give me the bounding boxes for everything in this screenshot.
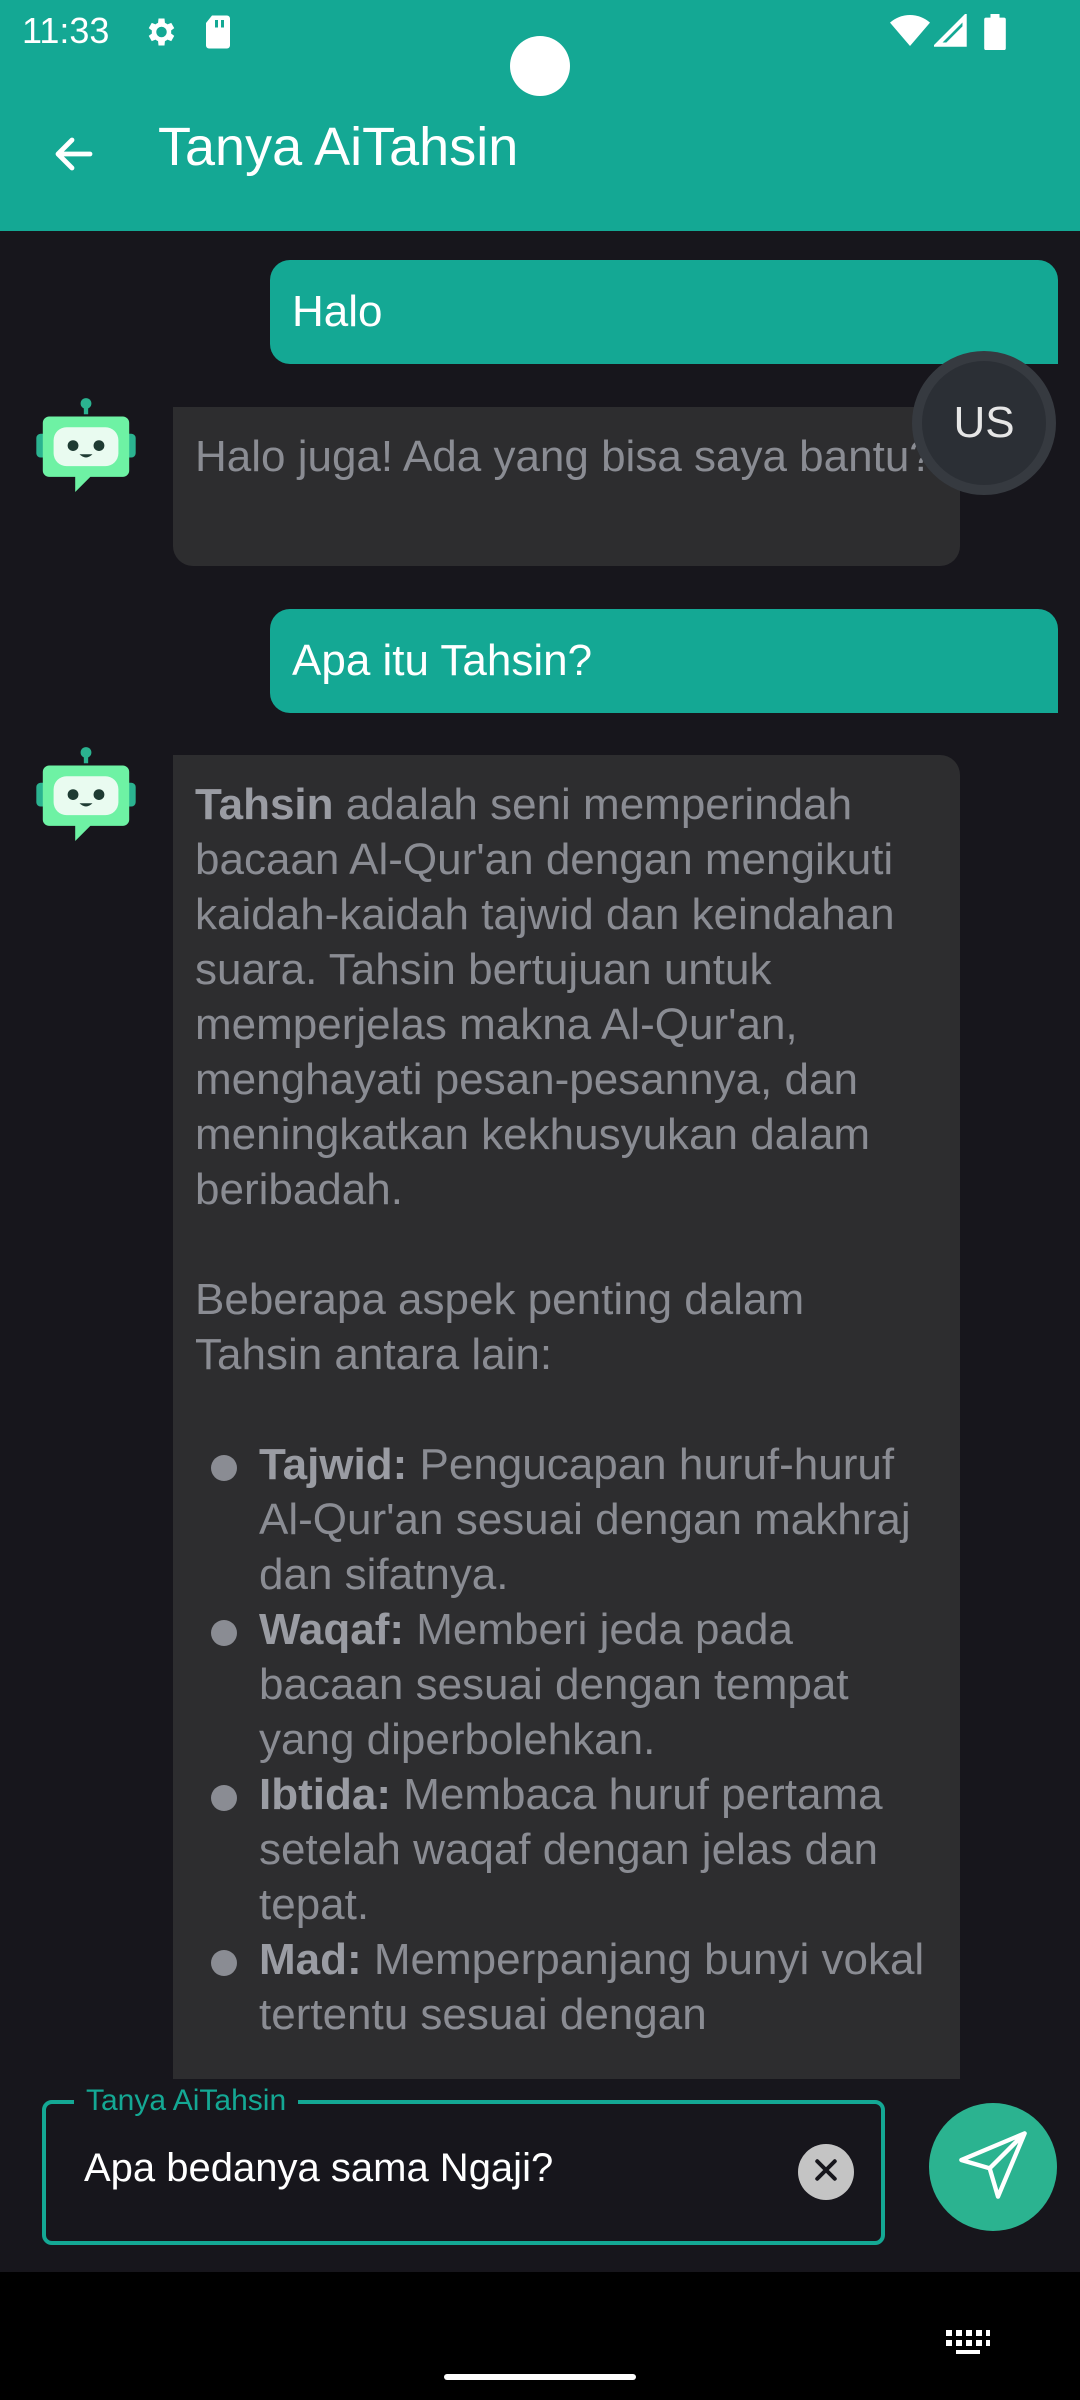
bullet-term: Mad: — [259, 1935, 362, 1984]
user-message: Apa itu Tahsin? — [270, 609, 1058, 713]
page-title: Tanya AiTahsin — [158, 117, 519, 177]
message-text: Halo — [292, 287, 383, 336]
clear-button[interactable] — [798, 2144, 854, 2200]
clear-icon — [811, 2155, 841, 2190]
message-paragraph: Tahsin adalah seni memperindah bacaan Al… — [195, 777, 938, 1217]
bullet-list: Tajwid: Pengucapan huruf-huruf Al-Qur'an… — [195, 1437, 938, 2042]
input-label: Tanya AiTahsin — [74, 2084, 299, 2118]
arrow-left-icon — [50, 130, 98, 183]
message-input[interactable] — [84, 2146, 774, 2191]
keyboard-icon[interactable] — [944, 2328, 992, 2361]
send-button[interactable] — [929, 2103, 1057, 2231]
home-indicator[interactable] — [444, 2374, 636, 2380]
language-label: US — [953, 398, 1015, 447]
list-item: Tajwid: Pengucapan huruf-huruf Al-Qur'an… — [195, 1437, 938, 1602]
bot-avatar-icon — [32, 746, 140, 854]
back-button[interactable] — [32, 114, 116, 198]
navigation-bar — [0, 2272, 1080, 2400]
bot-message: Tahsin adalah seni memperindah bacaan Al… — [173, 755, 960, 2079]
battery-icon — [984, 14, 1006, 55]
settings-icon — [142, 14, 178, 55]
message-text: Apa itu Tahsin? — [292, 636, 593, 685]
list-item: Ibtida: Membaca huruf pertama setelah wa… — [195, 1767, 938, 1932]
list-item: Waqaf: Memberi jeda pada bacaan sesuai d… — [195, 1602, 938, 1767]
message-input-field[interactable]: Tanya AiTahsin — [42, 2084, 885, 2245]
message-text: Halo juga! Ada yang bisa saya bantu? — [195, 432, 934, 481]
language-button[interactable]: US — [912, 351, 1056, 495]
status-time: 11:33 — [22, 10, 110, 51]
send-icon — [953, 2125, 1033, 2210]
bullet-term: Tajwid: — [259, 1440, 408, 1489]
bullet-term: Ibtida: — [259, 1770, 391, 1819]
message-text: adalah seni memperindah bacaan Al-Qur'an… — [195, 780, 895, 1214]
bullet-term: Waqaf: — [259, 1605, 405, 1654]
sd-card-icon — [202, 14, 234, 55]
camera-cutout — [510, 36, 570, 96]
list-item: Mad: Memperpanjang bunyi vokal tertentu … — [195, 1932, 938, 2042]
chat-list[interactable]: Halo Halo juga! Ada yang bisa saya bantu… — [0, 231, 1080, 2079]
bot-message: Halo juga! Ada yang bisa saya bantu? — [173, 407, 960, 566]
bot-avatar-icon — [32, 397, 140, 505]
signal-icon — [932, 12, 968, 53]
bold-term: Tahsin — [195, 780, 334, 829]
user-message: Halo — [270, 260, 1058, 364]
wifi-icon — [890, 14, 930, 53]
message-paragraph: Beberapa aspek penting dalam Tahsin anta… — [195, 1275, 805, 1379]
